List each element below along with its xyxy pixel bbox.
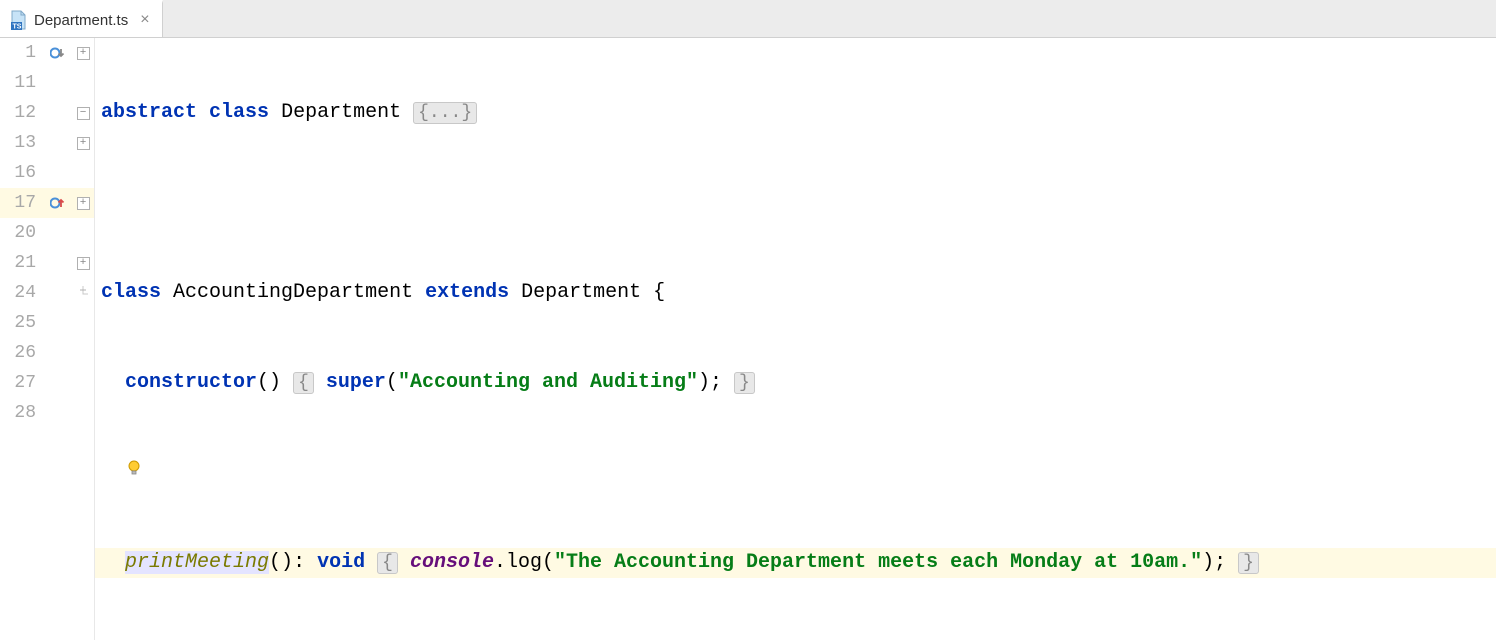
- selection: printMeeting: [125, 551, 269, 574]
- code-line: class AccountingDepartment extends Depar…: [95, 278, 1496, 308]
- line-number: 26: [0, 343, 44, 363]
- override-up-icon[interactable]: [44, 195, 72, 211]
- line-number: 12: [0, 103, 44, 123]
- line-number: 11: [0, 73, 44, 93]
- file-tab[interactable]: TS Department.ts ×: [0, 0, 163, 37]
- line-number: 17: [0, 193, 44, 213]
- line-number: 25: [0, 313, 44, 333]
- gutter: 1 + 11 12 − 13 + 16: [0, 38, 94, 640]
- fold-toggle[interactable]: +: [72, 197, 94, 210]
- line-number: 16: [0, 163, 44, 183]
- code-line: printMeeting(): void { console.log("The …: [95, 548, 1496, 578]
- fold-toggle[interactable]: +: [72, 47, 94, 60]
- intention-bulb-icon[interactable]: [125, 461, 143, 484]
- typescript-file-icon: TS: [8, 10, 28, 30]
- override-down-icon[interactable]: [44, 45, 72, 61]
- close-tab-icon[interactable]: ×: [140, 11, 149, 29]
- fold-toggle[interactable]: −: [72, 107, 94, 120]
- line-number: 13: [0, 133, 44, 153]
- fold-end[interactable]: [72, 286, 94, 300]
- line-number: 21: [0, 253, 44, 273]
- folded-region[interactable]: {...}: [413, 102, 477, 124]
- tab-filename: Department.ts: [34, 12, 128, 29]
- code-line: [95, 188, 1496, 218]
- line-number: 24: [0, 283, 44, 303]
- svg-text:TS: TS: [13, 24, 22, 31]
- code-line: abstract class Department {...}: [95, 98, 1496, 128]
- fold-toggle[interactable]: +: [72, 137, 94, 150]
- line-number: 27: [0, 373, 44, 393]
- fold-toggle[interactable]: +: [72, 257, 94, 270]
- editor: 1 + 11 12 − 13 + 16: [0, 38, 1496, 640]
- tab-bar: TS Department.ts ×: [0, 0, 1496, 38]
- line-number: 28: [0, 403, 44, 423]
- code-line: constructor() { super("Accounting and Au…: [95, 368, 1496, 398]
- code-line: [95, 458, 1496, 488]
- code-area[interactable]: abstract class Department {...} class Ac…: [94, 38, 1496, 640]
- line-number: 1: [0, 43, 44, 63]
- line-number: 20: [0, 223, 44, 243]
